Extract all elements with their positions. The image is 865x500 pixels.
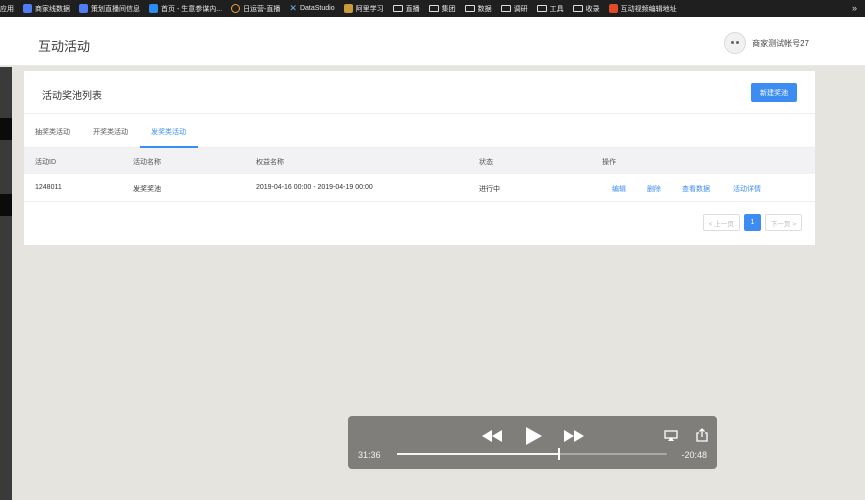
- table-header: 活动ID 活动名称 权益名称 状态 操作: [24, 148, 815, 174]
- next-page-button[interactable]: 下一页 >: [764, 214, 802, 231]
- bookmark-item[interactable]: 策划直播间信息: [79, 4, 140, 14]
- progress-scrubber[interactable]: [558, 448, 560, 460]
- bookmark-item[interactable]: 商家线数据: [23, 4, 70, 14]
- activity-tabs: 抽奖类活动 开奖类活动 发奖类活动: [24, 114, 815, 148]
- x-icon: ✕: [289, 3, 297, 13]
- user-menu[interactable]: 商家测试帐号27: [724, 32, 809, 54]
- left-edge-strip: [0, 67, 12, 500]
- site-icon: [149, 4, 158, 13]
- site-icon: [608, 4, 618, 13]
- doc-icon: [23, 4, 32, 13]
- tab-award[interactable]: 发奖类活动: [151, 127, 186, 137]
- col-benefit-name: 权益名称: [256, 159, 284, 166]
- bookmark-label: 策划直播间信息: [91, 5, 140, 13]
- bookmark-item[interactable]: 首页 - 生意参谋内...: [149, 4, 222, 14]
- bookmark-label: 应用: [0, 5, 14, 13]
- bookmarks-bar: 应用 商家线数据 策划直播间信息 首页 - 生意参谋内... 日运营-直播 ✕ DataSt…: [0, 0, 865, 17]
- bookmark-item[interactable]: 数据: [464, 4, 492, 14]
- doc-icon: [79, 4, 88, 13]
- bookmark-item[interactable]: 收录: [572, 4, 600, 14]
- bookmark-label: 互动视频编辑地址: [620, 5, 677, 13]
- ring-icon: [231, 4, 241, 13]
- col-actions: 操作: [602, 159, 616, 166]
- col-status: 状态: [479, 159, 493, 166]
- bookmark-item[interactable]: 直播: [392, 4, 420, 14]
- bookmark-label: 商家线数据: [35, 5, 70, 13]
- bookmark-item[interactable]: 调研: [500, 4, 528, 14]
- cell-status: 进行中: [479, 186, 500, 193]
- card-header: 活动奖池列表 新建奖池: [24, 71, 815, 114]
- edge-block: [0, 118, 12, 140]
- bookmark-label: 集团: [441, 5, 456, 13]
- folder-icon: [500, 5, 511, 12]
- cell-activity-id: 1248011: [35, 184, 62, 191]
- folder-icon: [536, 5, 547, 12]
- username-label: 商家测试帐号27: [752, 38, 809, 48]
- bookmark-label: 工具: [549, 5, 564, 13]
- prize-pool-card: 活动奖池列表 新建奖池 抽奖类活动 开奖类活动 发奖类活动 活动ID 活动名称 …: [24, 71, 815, 245]
- prev-page-button[interactable]: < 上一页: [702, 214, 740, 231]
- bookmarks-overflow-button[interactable]: »: [852, 3, 857, 13]
- bookmark-label: DataStudio: [299, 5, 335, 12]
- bookmark-item[interactable]: 应用: [0, 4, 14, 14]
- delete-link[interactable]: 删除: [647, 184, 661, 194]
- tab-lottery[interactable]: 抽奖类活动: [35, 127, 70, 137]
- folder-icon: [464, 5, 475, 12]
- bookmark-item[interactable]: 阿里学习: [343, 4, 384, 14]
- cell-activity-name: 发奖奖池: [133, 186, 161, 193]
- rewind-icon[interactable]: [481, 429, 503, 443]
- col-activity-name: 活动名称: [133, 159, 161, 166]
- bookmark-item[interactable]: 日运营-直播: [231, 4, 280, 14]
- video-controls: 31:36 -20:48: [348, 416, 717, 469]
- remaining-time: -20:48: [681, 450, 707, 460]
- bookmark-item[interactable]: 集团: [428, 4, 456, 14]
- folder-icon: [392, 5, 403, 12]
- bookmark-label: 阿里学习: [355, 5, 384, 13]
- share-icon[interactable]: [696, 428, 708, 442]
- view-data-link[interactable]: 查看数据: [682, 184, 710, 194]
- table-row: 1248011 发奖奖池 2019-04-16 00:00 - 2019-04-…: [24, 174, 815, 202]
- progress-track[interactable]: [397, 448, 667, 460]
- page-number-current[interactable]: 1: [743, 214, 761, 231]
- fast-forward-icon[interactable]: [563, 429, 585, 443]
- bookmark-label: 调研: [513, 5, 528, 13]
- col-activity-id: 活动ID: [35, 159, 56, 166]
- folder-icon: [428, 5, 439, 12]
- cell-benefit-name: 2019-04-16 00:00 - 2019-04-19 00:00: [256, 184, 373, 191]
- folder-icon: [572, 5, 583, 12]
- play-icon[interactable]: [525, 426, 543, 446]
- page-title: 互动活动: [38, 39, 91, 54]
- new-pool-button[interactable]: 新建奖池: [751, 83, 797, 102]
- activity-detail-link[interactable]: 活动详情: [733, 184, 761, 194]
- bookmark-item[interactable]: ✕ DataStudio: [289, 4, 334, 13]
- tab-draw[interactable]: 开奖类活动: [93, 127, 128, 137]
- bookmark-label: 首页 - 生意参谋内...: [161, 5, 223, 13]
- edge-block: [0, 194, 12, 216]
- bookmark-label: 直播: [405, 5, 420, 13]
- pagination: < 上一页 1 下一页 >: [702, 214, 802, 231]
- bookmark-label: 数据: [477, 5, 492, 13]
- card-title: 活动奖池列表: [42, 91, 102, 102]
- elapsed-time: 31:36: [358, 450, 381, 460]
- app-icon: [343, 4, 353, 13]
- progress-fill: [397, 453, 559, 455]
- app-header: 互动活动 商家测试帐号27: [0, 17, 865, 66]
- bookmark-item[interactable]: 工具: [536, 4, 564, 14]
- edit-link[interactable]: 编辑: [612, 184, 626, 194]
- bookmark-label: 日运营-直播: [243, 5, 281, 13]
- bookmark-item[interactable]: 互动视频编辑地址: [608, 4, 677, 14]
- airplay-icon[interactable]: [664, 430, 678, 442]
- bookmark-label: 收录: [585, 5, 600, 13]
- avatar[interactable]: [724, 32, 747, 54]
